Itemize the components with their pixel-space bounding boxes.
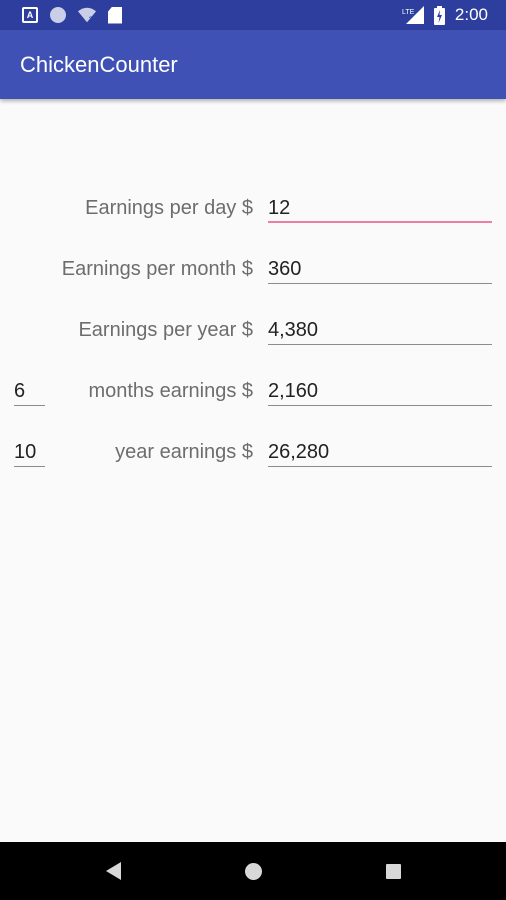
recents-icon[interactable] [386, 864, 401, 879]
earnings-per-day-label: Earnings per day $ [85, 197, 253, 219]
earnings-per-year-label: Earnings per year $ [78, 319, 253, 341]
year-earnings-label: year earnings $ [115, 441, 253, 463]
app-bar: ChickenCounter [0, 30, 506, 99]
app-title: ChickenCounter [20, 52, 178, 77]
earnings-per-day-field[interactable]: 12 [268, 193, 492, 223]
battery-charging-icon [433, 5, 445, 25]
lte-signal-icon: LTE [402, 6, 424, 24]
status-bar: A ? LTE 2:00 [0, 0, 506, 30]
a-notification-icon: A [22, 7, 38, 23]
clock: 2:00 [454, 5, 488, 24]
year-earnings-row: 10 year earnings $ 26,280 [0, 433, 506, 473]
months-earnings-field[interactable]: 2,160 [268, 376, 492, 406]
earnings-per-month-row: Earnings per month $ 360 [0, 250, 506, 290]
months-count-field[interactable]: 6 [14, 376, 45, 406]
sd-card-icon [108, 6, 122, 24]
wifi-question-icon: ? [78, 7, 96, 23]
back-icon[interactable] [106, 862, 121, 880]
earnings-per-year-row: Earnings per year $ 4,380 [0, 311, 506, 351]
years-count-field[interactable]: 10 [14, 437, 45, 467]
circle-notification-icon [50, 7, 66, 23]
svg-text:?: ? [89, 14, 93, 23]
months-earnings-label: months earnings $ [88, 380, 253, 402]
home-icon[interactable] [245, 863, 262, 880]
earnings-per-month-field[interactable]: 360 [268, 254, 492, 284]
earnings-per-year-field[interactable]: 4,380 [268, 315, 492, 345]
earnings-per-month-label: Earnings per month $ [61, 258, 253, 280]
year-earnings-field[interactable]: 26,280 [268, 437, 492, 467]
months-earnings-row: 6 months earnings $ 2,160 [0, 372, 506, 412]
earnings-per-day-row: Earnings per day $ 12 [0, 189, 506, 229]
svg-text:LTE: LTE [402, 9, 415, 16]
navigation-bar [0, 842, 506, 900]
